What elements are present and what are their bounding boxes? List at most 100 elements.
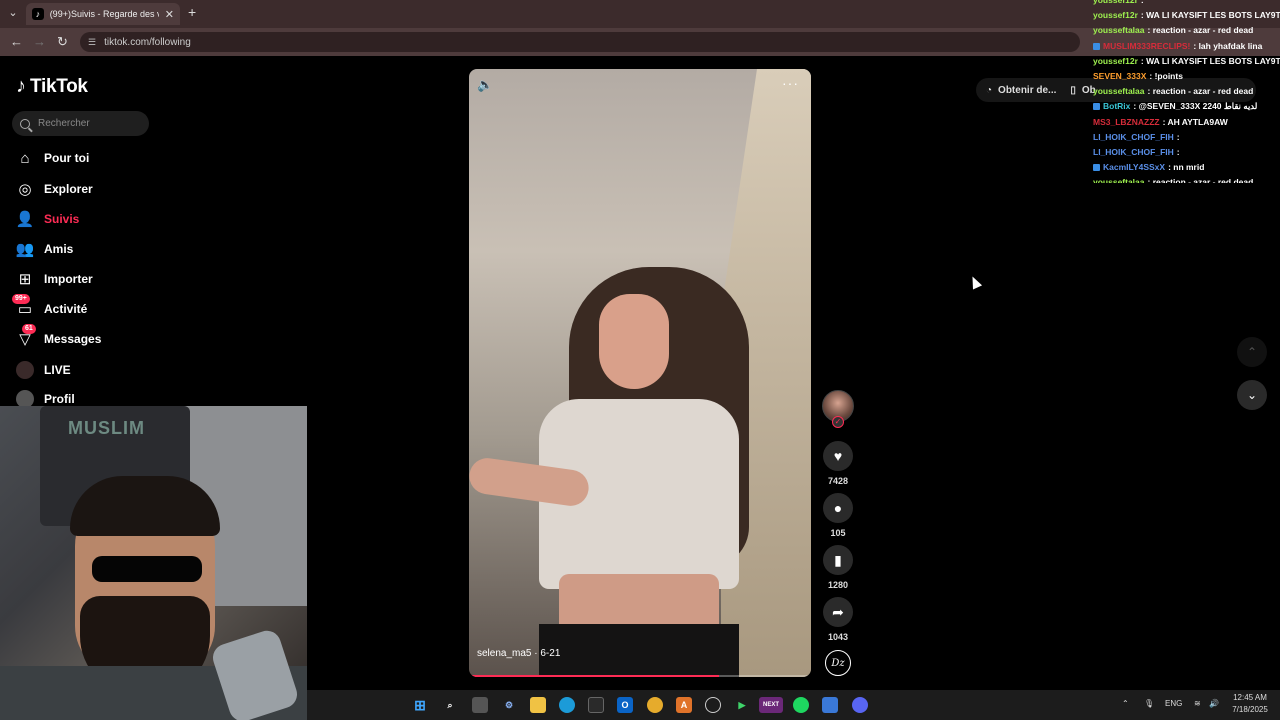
next-video-button[interactable]: ⌄: [1237, 380, 1267, 410]
home-icon: ⌂: [20, 149, 30, 167]
chat-username: youssef12r: [1093, 10, 1138, 21]
sidebar-item-explorer[interactable]: ◎ Explorer: [16, 179, 92, 199]
messages-badge: 61: [22, 324, 36, 334]
system-clock[interactable]: 12:45 AM 7/18/2025: [1225, 692, 1275, 716]
new-tab-icon[interactable]: +: [188, 4, 196, 20]
desktop-app-icon: ▯: [1070, 84, 1076, 96]
following-icon: 👤: [15, 211, 35, 228]
clock-app-icon[interactable]: [705, 697, 721, 713]
site-info-icon[interactable]: ☰: [88, 37, 96, 48]
messages-icon: ▽ 61: [16, 324, 36, 348]
chat-text: :: [1176, 131, 1180, 142]
live-icon: [16, 361, 34, 379]
chat-text: : WA LI KAYSIFT LES BOTS LAY9TLE: [1140, 55, 1280, 66]
chat-message: BotRix: @SEVEN_333X 2240 لديه نقاط: [1093, 99, 1280, 114]
reload-icon[interactable]: ↻: [57, 34, 68, 50]
store-icon[interactable]: [588, 697, 604, 713]
language-indicator[interactable]: ENG: [1165, 699, 1182, 708]
back-arrow-icon[interactable]: ←: [10, 34, 23, 49]
sidebar-item-label: Pour toi: [44, 151, 90, 165]
file-explorer-icon[interactable]: [530, 697, 546, 713]
search-icon: [20, 118, 30, 129]
tiktok-logo[interactable]: ♪ TikTok: [16, 75, 88, 98]
search-input[interactable]: [38, 118, 138, 129]
wifi-icon[interactable]: ≋: [1194, 699, 1201, 708]
webcam-person-hair: [70, 476, 220, 536]
sidebar-item-messages[interactable]: ▽ 61 Messages: [16, 324, 101, 349]
url-text: tiktok.com/following: [104, 36, 191, 48]
volume-icon[interactable]: 🔊: [1209, 699, 1219, 708]
chevron-up-icon: ⌃: [1246, 345, 1258, 359]
chat-text: : !points: [1149, 71, 1183, 82]
tray-expand-icon[interactable]: ⌃: [1122, 699, 1129, 708]
chat-message: youssef12r:: [1093, 0, 1280, 8]
browser-tab-bar: ⌄ ♪ (99+)Suivis - Regarde des vidéos ✕ +: [0, 0, 1280, 28]
search-box[interactable]: [12, 111, 149, 136]
edge-browser-icon[interactable]: [559, 697, 575, 713]
browser-toolbar: ← → ↻ ☰ tiktok.com/following: [0, 28, 1280, 56]
sidebar-item-importer[interactable]: ⊞ Importer: [16, 269, 93, 289]
sidebar-item-live[interactable]: LIVE: [16, 360, 71, 380]
save-button[interactable]: ▮: [823, 545, 853, 575]
chat-badge-icon: [1093, 42, 1100, 50]
more-options-icon[interactable]: ···: [782, 75, 799, 91]
activity-badge: 99+: [12, 294, 30, 304]
webcam-sunglasses: [92, 556, 202, 582]
windows-start-icon[interactable]: ⊞: [412, 697, 428, 713]
comment-icon: ●: [833, 500, 843, 516]
sidebar-item-suivis[interactable]: 👤 Suivis: [15, 209, 80, 229]
chat-message: yousseftalaa: reaction - azar - red dead: [1093, 84, 1280, 99]
video-progress-bar[interactable]: [469, 675, 811, 677]
share-button[interactable]: ➦: [823, 597, 853, 627]
browser-tab[interactable]: ♪ (99+)Suivis - Regarde des vidéos ✕: [26, 3, 180, 25]
app-orange-icon[interactable]: A: [676, 697, 692, 713]
chat-username: MS3_LBZNAZZZ: [1093, 116, 1160, 127]
sidebar-item-activite[interactable]: ▭ 99+ Activité: [12, 294, 87, 319]
tab-close-icon[interactable]: ✕: [165, 8, 174, 21]
chat-text: : reaction - azar - red dead: [1147, 25, 1254, 36]
task-view-icon[interactable]: [472, 697, 488, 713]
chrome-icon[interactable]: [647, 697, 663, 713]
chat-username: SEVEN_333X: [1093, 71, 1147, 82]
volume-icon[interactable]: 🔈: [477, 77, 493, 93]
settings-gear-icon[interactable]: ⚙: [501, 697, 517, 713]
screen: ⌄ ♪ (99+)Suivis - Regarde des vidéos ✕ +…: [0, 0, 1280, 720]
like-button[interactable]: ♥: [823, 441, 853, 471]
video-caption[interactable]: selena_ma5 · 6-21: [477, 648, 560, 659]
outlook-icon[interactable]: O: [617, 697, 633, 713]
chat-text: : AH AYTLA9AW: [1162, 116, 1228, 127]
microphone-icon[interactable]: 🎙: [1144, 699, 1154, 708]
chat-username: LI_HOIK_CHOF_FIH: [1093, 146, 1174, 157]
compass-icon: ◎: [18, 181, 32, 198]
previous-video-button[interactable]: ⌃: [1237, 337, 1267, 367]
chat-username: LI_HOIK_CHOF_FIH: [1093, 131, 1174, 142]
media-app-icon[interactable]: ▶: [734, 697, 750, 713]
chat-username: yousseftalaa: [1093, 25, 1145, 36]
clock-date: 7/18/2025: [1232, 705, 1268, 714]
tab-search-icon[interactable]: ⌄: [4, 4, 22, 22]
upload-icon: ⊞: [18, 271, 32, 288]
discord-icon[interactable]: [852, 697, 868, 713]
chat-text: : lah yhafdak lina: [1193, 40, 1263, 51]
chat-username: youssef12r: [1093, 55, 1138, 66]
next-app-icon[interactable]: NEXT: [759, 697, 783, 713]
search-icon[interactable]: ⌕: [442, 697, 458, 713]
clock-time: 12:45 AM: [1233, 693, 1267, 702]
comment-button[interactable]: ●: [823, 493, 853, 523]
follow-check-icon[interactable]: ✓: [832, 416, 844, 428]
share-arrow-icon: ➦: [832, 603, 844, 620]
sidebar-item-label: Amis: [44, 242, 74, 256]
monitor-app-icon[interactable]: [822, 697, 838, 713]
windows-taskbar: ⊞ ⌕ ⚙ O A ▶ NEXT ⌃ 🎙 ENG ≋ 🔊: [307, 690, 1280, 720]
mouse-cursor-icon: [967, 274, 983, 290]
webcam-chair-text: MUSLIM: [68, 418, 145, 438]
spotify-icon[interactable]: [793, 697, 809, 713]
music-disc[interactable]: Dz: [825, 650, 851, 676]
chat-message: MS3_LBZNAZZZ: AH AYTLA9AW: [1093, 115, 1280, 130]
video-player[interactable]: 🔈 ··· selena_ma5 · 6-21: [469, 69, 811, 677]
address-bar[interactable]: ☰ tiktok.com/following: [80, 32, 1080, 52]
sidebar-item-pour-toi[interactable]: ⌂ Pour toi: [16, 148, 89, 168]
sidebar-item-amis[interactable]: 👥 Amis: [16, 239, 74, 259]
forward-arrow-icon[interactable]: →: [33, 34, 46, 49]
chat-badge-icon: [1093, 164, 1100, 172]
